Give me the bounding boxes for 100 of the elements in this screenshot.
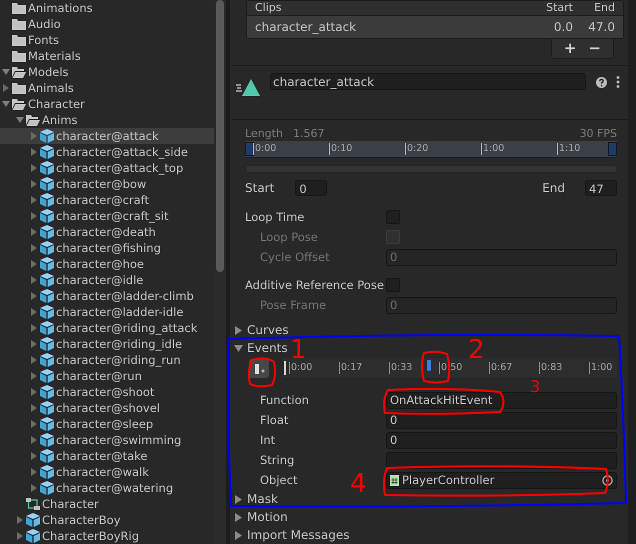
tree-item[interactable]: character@attack_side xyxy=(0,144,214,160)
start-handle[interactable] xyxy=(245,142,254,156)
tree-item[interactable]: character@fishing xyxy=(0,240,214,256)
tree-item[interactable]: character@run xyxy=(0,368,214,384)
tree-item[interactable]: character@craft_sit xyxy=(0,208,214,224)
expand-arrow-icon[interactable] xyxy=(16,532,24,540)
expand-arrow-icon[interactable] xyxy=(30,324,38,332)
column-header: Start xyxy=(545,1,573,15)
event-marker[interactable] xyxy=(426,360,431,371)
expand-arrow-icon[interactable] xyxy=(30,212,38,220)
expand-arrow-icon[interactable] xyxy=(2,84,10,92)
more-options-icon[interactable] xyxy=(616,76,620,88)
tree-item[interactable]: Fonts xyxy=(0,32,214,48)
expand-arrow-icon[interactable] xyxy=(30,276,38,284)
tree-item[interactable]: character@ladder-idle xyxy=(0,304,214,320)
tree-item[interactable]: character@take xyxy=(0,448,214,464)
text-field[interactable] xyxy=(386,452,617,468)
tree-item[interactable]: character@walk xyxy=(0,464,214,480)
expand-arrow-icon[interactable] xyxy=(30,468,38,476)
property-label: Loop Pose xyxy=(260,230,318,244)
expand-arrow-icon[interactable] xyxy=(2,100,10,108)
text-field[interactable]: OnAttackHitEvent xyxy=(386,392,617,408)
expand-arrow-icon[interactable] xyxy=(30,292,38,300)
tree-item[interactable]: Character xyxy=(0,96,214,112)
tree-item[interactable]: character@riding_attack xyxy=(0,320,214,336)
tree-item[interactable]: character@swimming xyxy=(0,432,214,448)
expand-arrow-icon[interactable] xyxy=(16,116,24,124)
end-field[interactable]: 47 xyxy=(585,180,617,196)
expand-arrow-icon[interactable] xyxy=(30,164,38,172)
foldout-header[interactable]: Curves xyxy=(234,323,289,337)
tree-item[interactable]: character@hoe xyxy=(0,256,214,272)
text-field[interactable]: 0 xyxy=(386,412,617,428)
expand-arrow-icon[interactable] xyxy=(30,372,38,380)
clip-timeline[interactable]: 0:00 0:10 0:20 1:00 1:10 xyxy=(245,141,617,158)
expand-arrow-icon[interactable] xyxy=(30,356,38,364)
expand-arrow-icon[interactable] xyxy=(30,148,38,156)
clip-row[interactable]: character_attack 0.0 47.0 xyxy=(247,16,623,38)
tree-item[interactable]: character@sleep xyxy=(0,416,214,432)
tree-item[interactable]: character@idle xyxy=(0,272,214,288)
foldout-header[interactable]: Mask xyxy=(234,492,278,506)
foldout-header[interactable]: Events xyxy=(234,341,288,355)
tree-item[interactable]: character@attack xyxy=(0,128,214,144)
end-handle[interactable] xyxy=(608,142,617,156)
cube-icon xyxy=(40,385,54,399)
expand-arrow-icon[interactable] xyxy=(30,340,38,348)
clip-name: character_attack xyxy=(255,20,358,34)
expand-arrow-icon[interactable] xyxy=(30,484,38,492)
foldout-header[interactable]: Motion xyxy=(234,510,288,524)
cube-icon xyxy=(40,241,54,255)
tree-item[interactable]: Animations xyxy=(0,0,214,16)
tree-item[interactable]: character@craft xyxy=(0,192,214,208)
help-icon[interactable] xyxy=(596,77,607,88)
expand-arrow-icon[interactable] xyxy=(30,196,38,204)
expand-arrow-icon[interactable] xyxy=(16,516,24,524)
tree-item[interactable]: character@ladder-climb xyxy=(0,288,214,304)
tree-item[interactable]: CharacterBoyRig xyxy=(0,528,214,544)
text-field[interactable]: 0 xyxy=(386,432,617,448)
start-field[interactable]: 0 xyxy=(295,180,328,196)
expand-arrow-icon[interactable] xyxy=(30,404,38,412)
cube-icon xyxy=(40,305,54,319)
object-picker-icon[interactable] xyxy=(602,474,613,486)
tree-item[interactable]: character@bow xyxy=(0,176,214,192)
expand-arrow-icon[interactable] xyxy=(30,260,38,268)
start-label: Start xyxy=(245,181,274,195)
expand-arrow-icon[interactable] xyxy=(30,244,38,252)
tree-item[interactable]: character@death xyxy=(0,224,214,240)
expand-arrow-icon[interactable] xyxy=(2,68,10,76)
length-value: 1.567 xyxy=(292,126,324,140)
tree-item[interactable]: Character xyxy=(0,496,214,512)
folder-icon xyxy=(12,50,26,62)
remove-button[interactable]: − xyxy=(584,39,605,58)
folder-icon xyxy=(12,82,26,94)
expand-arrow-icon[interactable] xyxy=(30,388,38,396)
tree-item[interactable]: Materials xyxy=(0,48,214,64)
tree-item[interactable]: character@watering xyxy=(0,480,214,496)
tree-item[interactable]: character@attack_top xyxy=(0,160,214,176)
tree-item[interactable]: character@riding_run xyxy=(0,352,214,368)
scrollbar-thumb[interactable] xyxy=(216,0,224,272)
tree-item[interactable]: Models xyxy=(0,64,214,80)
tree-item[interactable]: character@shoot xyxy=(0,384,214,400)
expand-arrow-icon[interactable] xyxy=(30,308,38,316)
add-button[interactable]: + xyxy=(560,39,580,58)
foldout-header[interactable]: Import Messages xyxy=(234,528,350,542)
column-header: End xyxy=(593,1,615,15)
expand-arrow-icon[interactable] xyxy=(30,180,38,188)
object-field[interactable]: PlayerController xyxy=(386,472,617,488)
cube-icon xyxy=(40,417,54,431)
expand-arrow-icon[interactable] xyxy=(30,436,38,444)
expand-arrow-icon[interactable] xyxy=(30,420,38,428)
tree-item[interactable]: Anims xyxy=(0,112,214,128)
tree-item[interactable]: Audio xyxy=(0,16,214,32)
tree-item[interactable]: Animals xyxy=(0,80,214,96)
tree-item[interactable]: CharacterBoy xyxy=(0,512,214,528)
expand-arrow-icon[interactable] xyxy=(30,452,38,460)
end-label: End xyxy=(542,181,565,195)
clip-name-field[interactable]: character_attack xyxy=(270,73,586,90)
tree-item[interactable]: character@riding_idle xyxy=(0,336,214,352)
tree-item[interactable]: character@shovel xyxy=(0,400,214,416)
expand-arrow-icon[interactable] xyxy=(30,132,38,140)
expand-arrow-icon[interactable] xyxy=(30,228,38,236)
